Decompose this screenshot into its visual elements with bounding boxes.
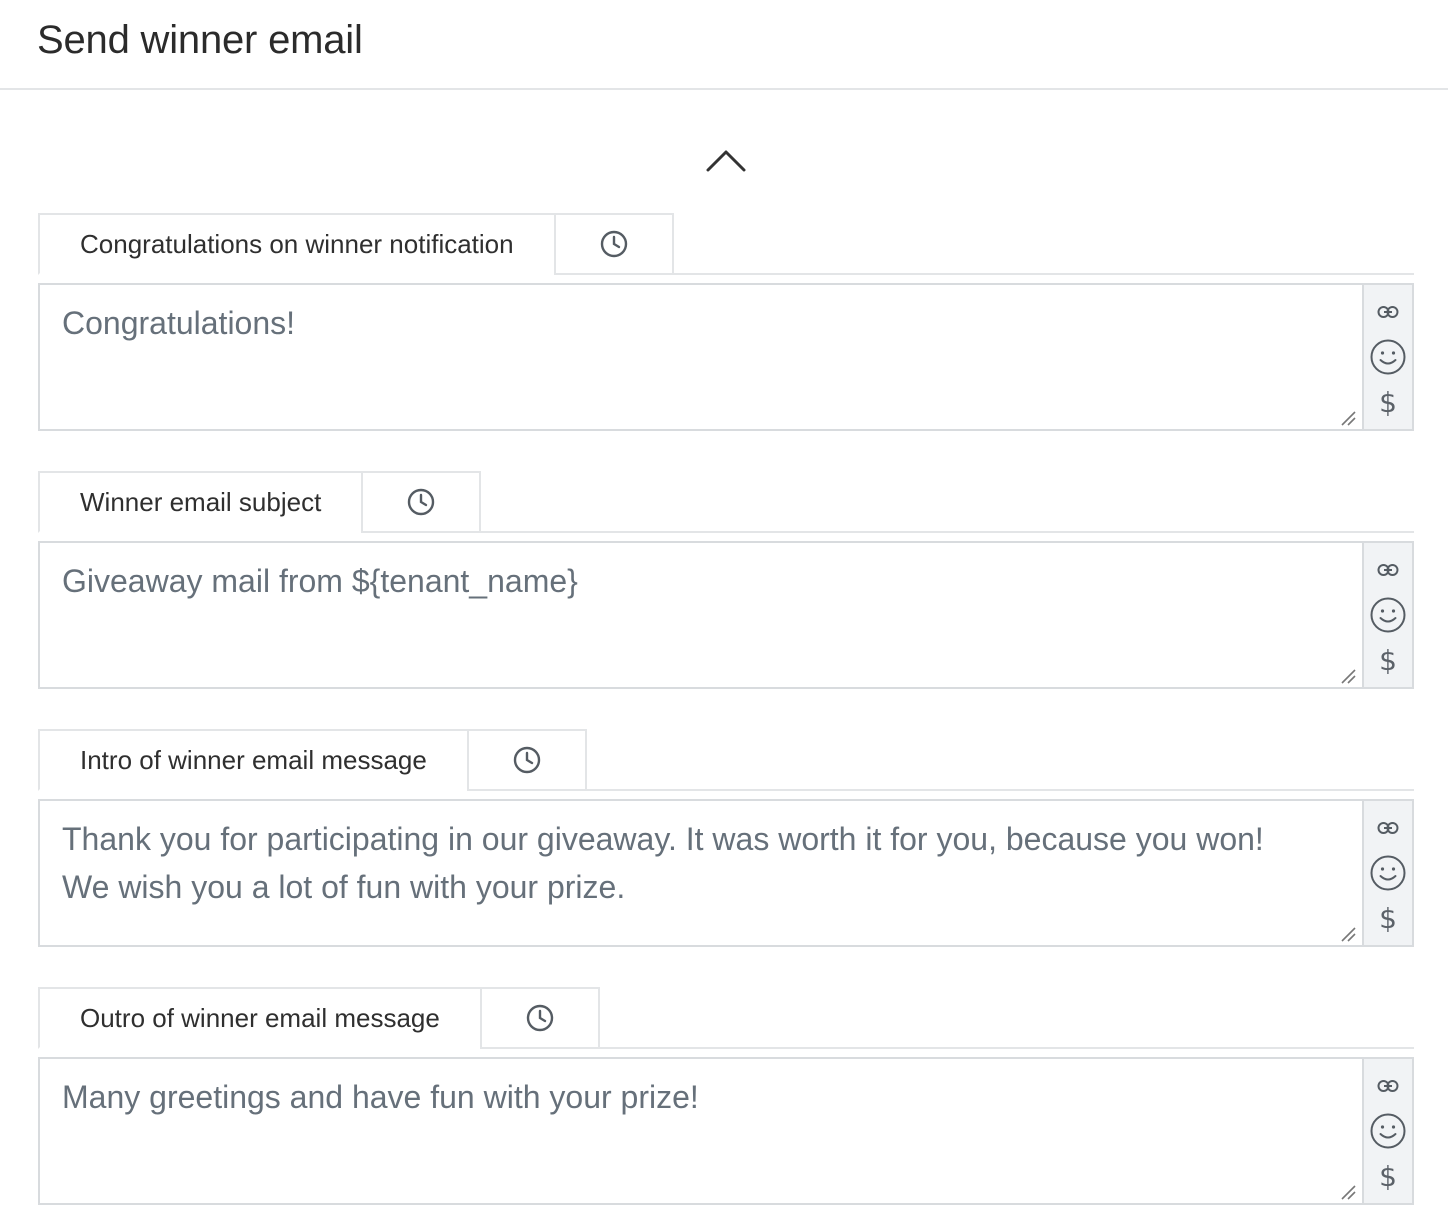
clock-icon: [513, 746, 541, 774]
chevron-up-icon: [706, 150, 746, 172]
field-section-outro: Outro of winner email message Many greet…: [38, 987, 1414, 1205]
text-field: Congratulations! $: [38, 283, 1414, 431]
text-field: Many greetings and have fun with your pr…: [38, 1057, 1414, 1205]
resize-handle-icon[interactable]: [1340, 926, 1356, 942]
link-icon: [1377, 1079, 1399, 1092]
tab-bar: Winner email subject: [38, 471, 1414, 533]
field-section-intro: Intro of winner email message Thank you …: [38, 729, 1414, 947]
insert-emoji-button[interactable]: [1368, 595, 1408, 635]
tab-history[interactable]: [466, 729, 587, 791]
clock-icon: [408, 488, 435, 516]
smiley-icon: [1370, 855, 1406, 891]
dollar-icon: $: [1379, 1159, 1397, 1193]
insert-variable-button[interactable]: $: [1368, 1156, 1408, 1196]
smiley-icon: [1370, 339, 1406, 375]
page-title: Send winner email: [37, 18, 363, 62]
textarea-subject[interactable]: Giveaway mail from ${tenant_name}: [40, 543, 1362, 687]
tab-bar: Outro of winner email message: [38, 987, 1414, 1049]
field-section-subject: Winner email subject Giveaway mail from …: [38, 471, 1414, 689]
insert-emoji-button[interactable]: [1368, 337, 1408, 377]
tab-label: Outro of winner email message: [80, 1002, 440, 1033]
tab-bar: Congratulations on winner notification: [38, 213, 1414, 275]
insert-emoji-button[interactable]: [1368, 1111, 1408, 1151]
dollar-icon: $: [1379, 385, 1397, 419]
tab-label: Congratulations on winner notification: [80, 228, 514, 259]
insert-link-button[interactable]: [1368, 292, 1408, 332]
insert-variable-button[interactable]: $: [1368, 382, 1408, 422]
insert-variable-button[interactable]: $: [1368, 898, 1408, 938]
tab-history[interactable]: [361, 471, 482, 533]
textarea-intro[interactable]: Thank you for participating in our givea…: [40, 801, 1362, 945]
dollar-icon: $: [1379, 901, 1397, 935]
tab-history[interactable]: [553, 213, 674, 275]
field-toolbar: $: [1362, 543, 1412, 687]
tab-content[interactable]: Intro of winner email message: [38, 729, 469, 791]
tab-label: Winner email subject: [80, 486, 322, 517]
insert-link-button[interactable]: [1368, 550, 1408, 590]
collapse-toggle[interactable]: [704, 142, 748, 178]
text-field: Thank you for participating in our givea…: [38, 799, 1414, 947]
smiley-icon: [1370, 1113, 1406, 1149]
tab-label: Intro of winner email message: [80, 744, 427, 775]
textarea-congratulations[interactable]: Congratulations!: [40, 285, 1362, 429]
dollar-icon: $: [1379, 643, 1397, 677]
textarea-outro[interactable]: Many greetings and have fun with your pr…: [40, 1059, 1362, 1203]
insert-variable-button[interactable]: $: [1368, 640, 1408, 680]
tab-history[interactable]: [479, 987, 600, 1049]
resize-handle-icon[interactable]: [1340, 410, 1356, 426]
field-toolbar: $: [1362, 1059, 1412, 1203]
tab-content[interactable]: Outro of winner email message: [38, 987, 482, 1049]
link-icon: [1377, 563, 1399, 576]
resize-handle-icon[interactable]: [1340, 668, 1356, 684]
page-header: Send winner email: [0, 0, 1448, 90]
field-toolbar: $: [1362, 285, 1412, 429]
clock-icon: [600, 230, 627, 258]
smiley-icon: [1370, 597, 1406, 633]
tab-content[interactable]: Congratulations on winner notification: [38, 213, 556, 275]
text-field: Giveaway mail from ${tenant_name} $: [38, 541, 1414, 689]
clock-icon: [526, 1004, 554, 1032]
tab-content[interactable]: Winner email subject: [38, 471, 364, 533]
field-toolbar: $: [1362, 801, 1412, 945]
link-icon: [1377, 305, 1399, 318]
insert-link-button[interactable]: [1368, 808, 1408, 848]
link-icon: [1377, 821, 1399, 834]
insert-emoji-button[interactable]: [1368, 853, 1408, 893]
field-section-congratulations: Congratulations on winner notification C…: [38, 213, 1414, 431]
insert-link-button[interactable]: [1368, 1066, 1408, 1106]
tab-bar: Intro of winner email message: [38, 729, 1414, 791]
resize-handle-icon[interactable]: [1340, 1184, 1356, 1200]
